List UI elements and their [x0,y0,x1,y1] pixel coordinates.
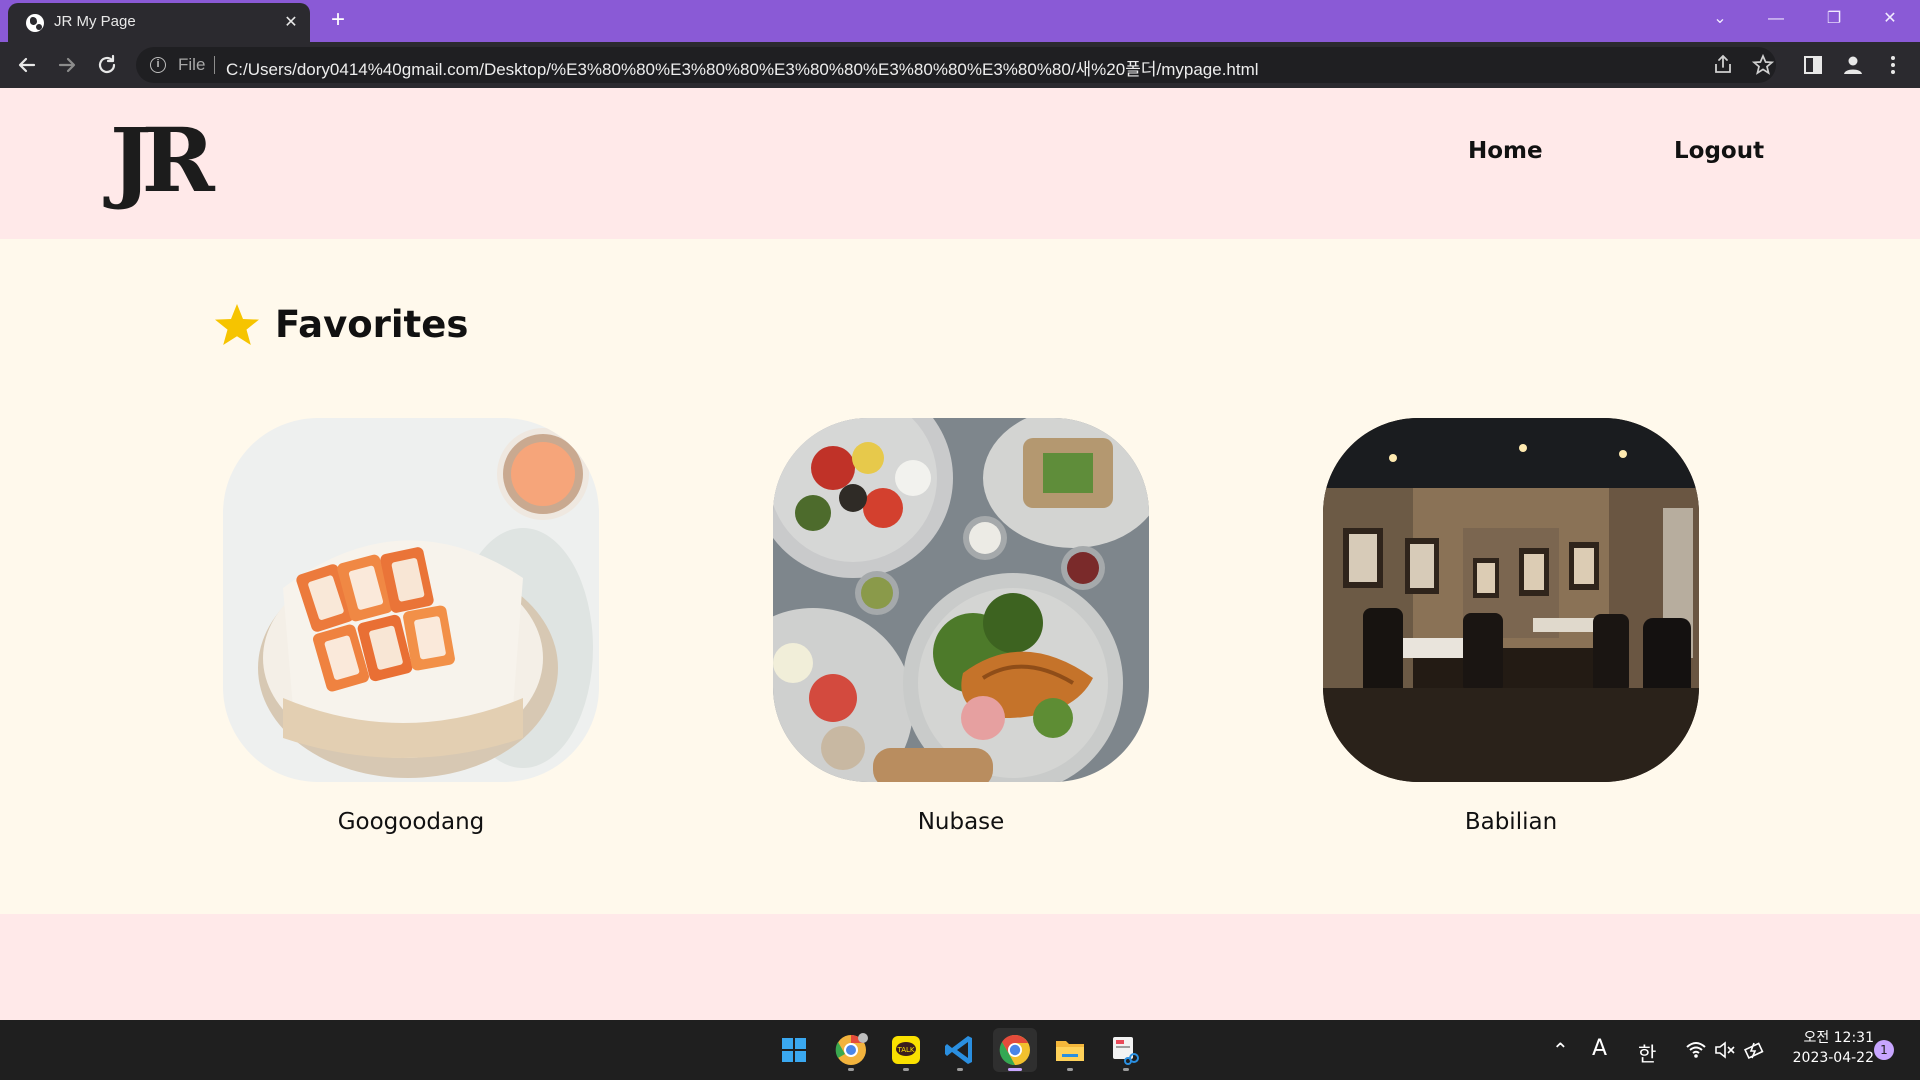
notification-badge[interactable]: 1 [1874,1040,1894,1060]
forward-arrow-icon[interactable] [54,52,80,78]
browser-toolbar: i File C:/Users/dory0414%40gmail.com/Des… [0,42,1920,88]
vscode-icon [945,1036,972,1064]
taskbar-vscode[interactable] [938,1028,982,1072]
divider [214,56,215,74]
address-bar[interactable]: i File C:/Users/dory0414%40gmail.com/Des… [136,47,1776,83]
restore-button[interactable]: ❐ [1820,6,1848,32]
system-clock[interactable]: 오전 12:31 2023-04-22 [1784,1028,1874,1068]
start-button[interactable] [772,1028,816,1072]
running-indicator [903,1068,909,1071]
tab-title: JR My Page [54,13,136,30]
favorite-card-nubase[interactable]: Nubase [773,418,1149,835]
star-icon [215,304,259,345]
taskbar-snipping-tool[interactable] [1104,1028,1148,1072]
windows-taskbar: TALK ⌃ A 한 오전 12:31 2023-04-22 1 [0,1020,1920,1080]
share-icon[interactable] [1710,52,1736,78]
favorite-card-babilian[interactable]: Babilian [1323,418,1699,835]
wifi-icon[interactable] [1685,1040,1707,1060]
file-explorer-icon [1056,1041,1084,1061]
ime-language[interactable]: 한 [1638,1038,1656,1067]
chrome-canary-icon [835,1033,868,1065]
tab-search-chevron-icon[interactable]: ⌄ [1706,6,1734,32]
reload-icon[interactable] [94,52,120,78]
active-indicator [1008,1068,1022,1071]
volume-muted-icon[interactable] [1714,1040,1736,1060]
profile-icon[interactable] [1840,52,1866,78]
running-indicator [848,1068,854,1071]
browser-tab[interactable]: JR My Page ✕ [8,3,310,42]
url-scheme: File [178,55,206,74]
taskbar-file-explorer[interactable] [1048,1028,1092,1072]
bookmark-star-icon[interactable] [1750,52,1776,78]
taskbar-chrome-canary[interactable] [829,1028,873,1072]
minimize-button[interactable]: — [1762,6,1790,32]
back-arrow-icon[interactable] [14,52,40,78]
clock-date: 2023-04-22 [1792,1050,1874,1066]
running-indicator [957,1068,963,1071]
favorites-title: Favorites [275,303,469,346]
nav-logout-link[interactable]: Logout [1674,138,1764,164]
salad-croissant-photo[interactable] [773,418,1149,782]
info-icon[interactable]: i [150,57,166,73]
windows-start-icon [782,1038,806,1062]
favorite-name[interactable]: Nubase [773,809,1149,835]
snipping-tool-icon [1113,1037,1139,1065]
taskbar-chrome[interactable] [993,1028,1037,1072]
new-tab-button[interactable]: + [325,8,351,34]
show-hidden-icons-chevron-icon[interactable]: ⌃ [1552,1038,1569,1062]
favorite-card-googoodang[interactable]: Googoodang [223,418,599,835]
clock-time: 오전 12:31 [1803,1030,1874,1046]
window-close-button[interactable]: ✕ [1876,6,1904,32]
running-indicator [1123,1068,1129,1071]
ime-mode-letter[interactable]: A [1592,1036,1607,1061]
url-text[interactable]: C:/Users/dory0414%40gmail.com/Desktop/%E… [226,55,1259,80]
nav-home-link[interactable]: Home [1468,138,1543,164]
site-logo[interactable]: JR [110,110,215,210]
shrimp-toast-photo[interactable] [223,418,599,782]
browser-tab-bar: JR My Page ✕ + ⌄ — ❐ ✕ [0,0,1920,42]
site-footer [0,914,1920,1020]
favorite-name[interactable]: Babilian [1323,809,1699,835]
running-indicator [1067,1068,1073,1071]
favorite-name[interactable]: Googoodang [223,809,599,835]
menu-dots-icon[interactable] [1880,52,1906,78]
kakaotalk-icon: TALK [892,1036,920,1064]
close-icon[interactable]: ✕ [280,11,302,33]
battery-charging-icon[interactable] [1744,1039,1766,1061]
restaurant-interior-photo[interactable] [1323,418,1699,782]
globe-icon [26,14,44,32]
site-header: JR Home Logout [0,88,1920,239]
taskbar-kakaotalk[interactable]: TALK [884,1028,928,1072]
side-panel-icon[interactable] [1800,52,1826,78]
chrome-icon [999,1034,1030,1066]
svg-text:TALK: TALK [896,1046,914,1054]
